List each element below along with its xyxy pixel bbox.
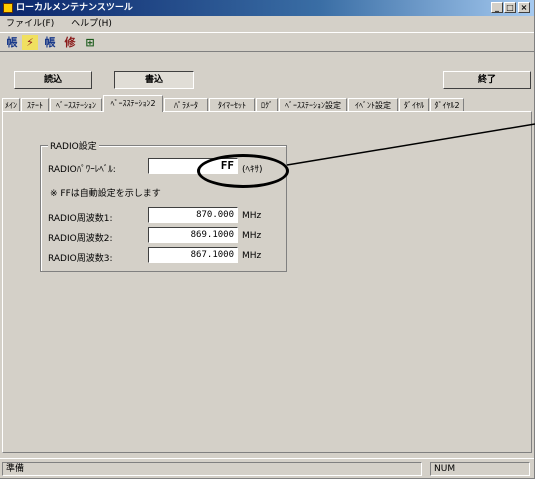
callout-line xyxy=(286,123,535,166)
tab-base-station-2[interactable]: ﾍﾞｰｽｽﾃｰｼｮﾝ2 xyxy=(103,95,163,112)
